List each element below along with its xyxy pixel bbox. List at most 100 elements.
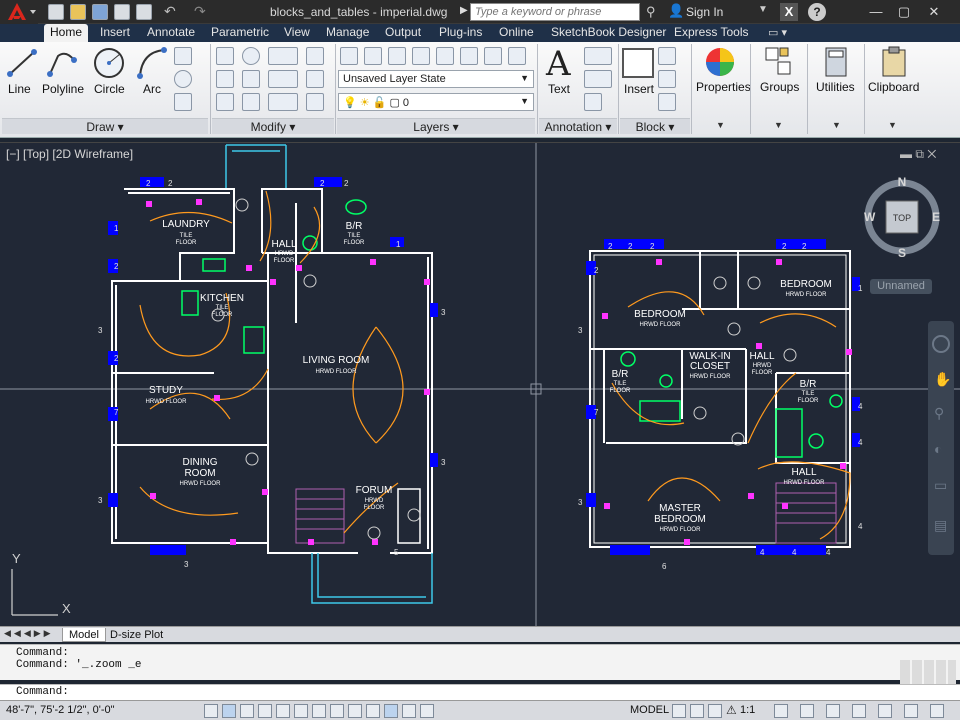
layer-icon[interactable] [508, 47, 526, 65]
annotation-scale-icon[interactable] [708, 704, 722, 718]
ducs-icon[interactable] [330, 704, 344, 718]
utilities-button-label[interactable]: Utilities [816, 80, 855, 94]
save-icon[interactable] [92, 4, 108, 20]
properties-button-label[interactable]: Properties [696, 80, 751, 94]
array-icon[interactable] [268, 93, 298, 111]
chevron-down-icon[interactable]: ▼ [832, 120, 841, 130]
redo-icon[interactable]: ↷ [194, 3, 206, 20]
region-icon[interactable] [174, 93, 192, 111]
tab-plug-ins[interactable]: Plug-ins [433, 24, 488, 42]
search-input[interactable] [470, 3, 640, 21]
named-view-dropdown[interactable]: Unnamed [870, 279, 932, 294]
tab-insert[interactable]: Insert [94, 24, 136, 42]
layer-properties-icon[interactable] [340, 47, 358, 65]
polyline-button-label[interactable]: Polyline [42, 82, 84, 96]
move-icon[interactable] [216, 47, 234, 65]
text-button-label[interactable]: Text [548, 82, 570, 96]
tab-home[interactable]: Home [44, 24, 89, 42]
insert-block-icon[interactable] [622, 48, 654, 78]
properties-icon[interactable] [704, 46, 736, 78]
save-as-icon[interactable] [114, 4, 130, 20]
layer-icon[interactable] [412, 47, 430, 65]
application-menu-button[interactable] [0, 0, 38, 24]
lock-ui-icon[interactable] [800, 704, 814, 718]
tab-online[interactable]: Online [493, 24, 540, 42]
sign-in-link[interactable]: Sign In [686, 5, 723, 19]
tab-model[interactable]: Model [62, 628, 106, 642]
erase-icon[interactable] [306, 47, 324, 65]
zoom-icon[interactable]: ⚲ [934, 405, 944, 422]
mirror-icon[interactable] [242, 70, 260, 88]
chevron-down-icon[interactable]: ▼ [716, 120, 725, 130]
annotation-scale-value[interactable]: 1:1 [740, 704, 755, 716]
polar-icon[interactable] [276, 704, 290, 718]
orbit-icon[interactable]: ◐ [934, 441, 942, 457]
arc-button-label[interactable]: Arc [143, 82, 161, 96]
maximize-button[interactable]: ▢ [894, 3, 914, 21]
chevron-down-icon[interactable]: ▼ [774, 120, 783, 130]
explode-icon[interactable] [306, 70, 324, 88]
selection-cycling-icon[interactable] [420, 704, 434, 718]
annotation-visibility-icon[interactable]: ⚠ [726, 703, 737, 717]
workspace-switching-icon[interactable] [774, 704, 788, 718]
snap-icon[interactable] [222, 704, 236, 718]
tab-manage[interactable]: Manage [320, 24, 375, 42]
line-icon[interactable] [6, 46, 38, 80]
rectangle-icon[interactable] [174, 47, 192, 65]
quick-view-layouts-icon[interactable] [672, 704, 686, 718]
dyn-icon[interactable] [348, 704, 362, 718]
navbar-options-icon[interactable]: ▤ [934, 517, 947, 534]
viewcube[interactable]: TOP N S E W [862, 173, 942, 263]
plot-icon[interactable] [136, 4, 152, 20]
arc-icon[interactable] [136, 46, 168, 80]
layer-icon[interactable] [388, 47, 406, 65]
attribute-icon[interactable] [658, 93, 676, 111]
otrack-icon[interactable] [312, 704, 326, 718]
grid-icon[interactable] [240, 704, 254, 718]
user-icon[interactable]: 👤 [668, 3, 684, 19]
quick-properties-icon[interactable] [402, 704, 416, 718]
line-button-label[interactable]: Line [8, 82, 31, 96]
dimension-icon[interactable] [584, 47, 612, 65]
tab-express-tools[interactable]: Express Tools [668, 24, 754, 42]
minimize-button[interactable]: — [866, 3, 886, 21]
circle-button-label[interactable]: Circle [94, 82, 125, 96]
exchange-icon[interactable]: X [780, 3, 798, 21]
table-icon[interactable] [584, 93, 602, 111]
tab-annotate[interactable]: Annotate [141, 24, 201, 42]
layer-icon[interactable] [436, 47, 454, 65]
clean-screen-icon[interactable] [904, 704, 918, 718]
block-panel-title[interactable]: Block ▾ [620, 118, 690, 134]
ribbon-toggle-icon[interactable]: ▭ ▾ [768, 26, 787, 39]
insert-button-label[interactable]: Insert [624, 82, 654, 96]
copy-icon[interactable] [216, 70, 234, 88]
open-file-icon[interactable] [70, 4, 86, 20]
quick-view-drawings-icon[interactable] [690, 704, 704, 718]
tab-navigation-arrows[interactable]: ◀◀◀▶▶ [4, 628, 54, 639]
layer-icon[interactable] [460, 47, 478, 65]
layer-icon[interactable] [484, 47, 502, 65]
undo-icon[interactable]: ↶ [164, 3, 176, 20]
pan-icon[interactable]: ✋ [934, 371, 951, 388]
clean-screen-icon[interactable] [930, 704, 944, 718]
trim-icon[interactable] [268, 47, 298, 65]
infer-constraints-icon[interactable] [204, 704, 218, 718]
modify-panel-title[interactable]: Modify ▾ [212, 118, 334, 134]
leader-icon[interactable] [584, 70, 612, 88]
lineweight-icon[interactable] [366, 704, 380, 718]
groups-button-label[interactable]: Groups [760, 80, 799, 94]
showmotion-icon[interactable]: ▭ [934, 477, 947, 494]
scale-icon[interactable] [242, 93, 260, 111]
draw-panel-title[interactable]: Draw ▾ [2, 118, 208, 134]
chevron-down-icon[interactable]: ▼ [888, 120, 897, 130]
clipboard-button-label[interactable]: Clipboard [868, 80, 919, 94]
layer-icon[interactable] [364, 47, 382, 65]
stretch-icon[interactable] [216, 93, 234, 111]
tab-d-size-plot[interactable]: D-size Plot [104, 628, 169, 642]
groups-icon[interactable] [764, 46, 794, 78]
model-space-canvas[interactable]: [−] [Top] [2D Wireframe] ▬ ⧉ ✕ 2 2 2 2 1… [0, 142, 960, 627]
help-icon[interactable]: ? [808, 3, 826, 21]
polyline-icon[interactable] [46, 46, 78, 80]
hardware-acceleration-icon[interactable] [826, 704, 840, 718]
status-bar-menu-icon[interactable] [878, 704, 892, 718]
